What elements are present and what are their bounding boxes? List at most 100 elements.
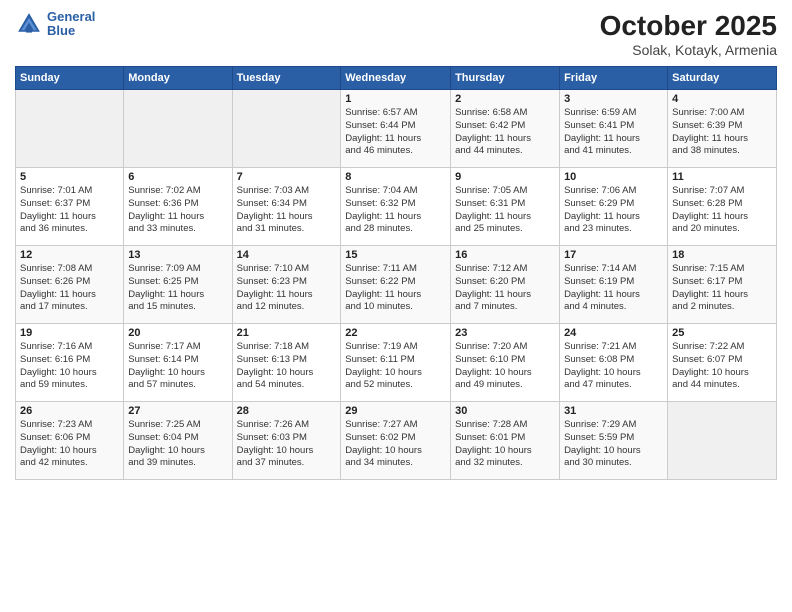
day-number: 31	[564, 405, 663, 417]
calendar-cell: 9 Sunrise: 7:05 AM Sunset: 6:31 PM Daylig…	[451, 168, 560, 246]
day-content: Sunrise: 7:10 AM Sunset: 6:23 PM Dayligh…	[237, 263, 337, 314]
calendar-cell: 26Sunrise: 7:23 AM Sunset: 6:06 PM Dayli…	[16, 402, 124, 480]
day-number: 5	[20, 171, 119, 183]
day-content: Sunrise: 7:15 AM Sunset: 6:17 PM Dayligh…	[672, 263, 772, 314]
calendar-cell: 23Sunrise: 7:20 AM Sunset: 6:10 PM Dayli…	[451, 324, 560, 402]
weekday-header: Friday	[560, 67, 668, 90]
subtitle: Solak, Kotayk, Armenia	[600, 42, 777, 58]
calendar-cell: 6Sunrise: 7:02 AM Sunset: 6:36 PM Daylig…	[124, 168, 232, 246]
calendar-cell: 8 Sunrise: 7:04 AM Sunset: 6:32 PM Daylig…	[341, 168, 451, 246]
calendar-cell: 17 Sunrise: 7:14 AM Sunset: 6:19 PM Dayli…	[560, 246, 668, 324]
day-number: 2	[455, 93, 555, 105]
day-number: 16	[455, 249, 555, 261]
day-content: Sunrise: 7:20 AM Sunset: 6:10 PM Dayligh…	[455, 341, 555, 392]
calendar-cell: 20Sunrise: 7:17 AM Sunset: 6:14 PM Dayli…	[124, 324, 232, 402]
logo-text: General Blue	[47, 10, 95, 39]
calendar-cell: 25 Sunrise: 7:22 AM Sunset: 6:07 PM Dayli…	[668, 324, 777, 402]
day-content: Sunrise: 7:08 AM Sunset: 6:26 PM Dayligh…	[20, 263, 119, 314]
day-number: 7	[237, 171, 337, 183]
day-number: 3	[564, 93, 663, 105]
day-number: 1	[345, 93, 446, 105]
calendar-cell	[232, 90, 341, 168]
day-number: 27	[128, 405, 227, 417]
calendar-cell: 14Sunrise: 7:10 AM Sunset: 6:23 PM Dayli…	[232, 246, 341, 324]
day-content: Sunrise: 7:18 AM Sunset: 6:13 PM Dayligh…	[237, 341, 337, 392]
day-number: 22	[345, 327, 446, 339]
day-content: Sunrise: 7:27 AM Sunset: 6:02 PM Dayligh…	[345, 419, 446, 470]
calendar-cell	[668, 402, 777, 480]
day-content: Sunrise: 7:23 AM Sunset: 6:06 PM Dayligh…	[20, 419, 119, 470]
main-title: October 2025	[600, 10, 777, 42]
day-number: 4	[672, 93, 772, 105]
weekday-header: Monday	[124, 67, 232, 90]
calendar-cell: 28 Sunrise: 7:26 AM Sunset: 6:03 PM Dayli…	[232, 402, 341, 480]
calendar-cell	[124, 90, 232, 168]
day-content: Sunrise: 7:07 AM Sunset: 6:28 PM Dayligh…	[672, 185, 772, 236]
day-number: 21	[237, 327, 337, 339]
day-content: Sunrise: 7:14 AM Sunset: 6:19 PM Dayligh…	[564, 263, 663, 314]
day-number: 18	[672, 249, 772, 261]
calendar-cell: 12 Sunrise: 7:08 AM Sunset: 6:26 PM Dayli…	[16, 246, 124, 324]
weekday-header: Wednesday	[341, 67, 451, 90]
day-content: Sunrise: 7:12 AM Sunset: 6:20 PM Dayligh…	[455, 263, 555, 314]
day-number: 25	[672, 327, 772, 339]
calendar-cell: 11 Sunrise: 7:07 AM Sunset: 6:28 PM Dayli…	[668, 168, 777, 246]
day-number: 13	[128, 249, 227, 261]
day-number: 11	[672, 171, 772, 183]
day-number: 24	[564, 327, 663, 339]
day-number: 20	[128, 327, 227, 339]
calendar-cell: 21 Sunrise: 7:18 AM Sunset: 6:13 PM Dayli…	[232, 324, 341, 402]
day-content: Sunrise: 7:25 AM Sunset: 6:04 PM Dayligh…	[128, 419, 227, 470]
day-number: 17	[564, 249, 663, 261]
page: General Blue October 2025 Solak, Kotayk,…	[0, 0, 792, 612]
title-block: October 2025 Solak, Kotayk, Armenia	[600, 10, 777, 58]
day-number: 9	[455, 171, 555, 183]
weekday-header: Thursday	[451, 67, 560, 90]
calendar-cell: 22 Sunrise: 7:19 AM Sunset: 6:11 PM Dayli…	[341, 324, 451, 402]
day-number: 28	[237, 405, 337, 417]
day-content: Sunrise: 7:11 AM Sunset: 6:22 PM Dayligh…	[345, 263, 446, 314]
day-content: Sunrise: 7:06 AM Sunset: 6:29 PM Dayligh…	[564, 185, 663, 236]
day-number: 12	[20, 249, 119, 261]
weekday-header: Sunday	[16, 67, 124, 90]
day-content: Sunrise: 7:19 AM Sunset: 6:11 PM Dayligh…	[345, 341, 446, 392]
day-number: 10	[564, 171, 663, 183]
calendar-cell: 1Sunrise: 6:57 AM Sunset: 6:44 PM Daylig…	[341, 90, 451, 168]
day-number: 6	[128, 171, 227, 183]
week-row: 1Sunrise: 6:57 AM Sunset: 6:44 PM Daylig…	[16, 90, 777, 168]
calendar-cell: 2Sunrise: 6:58 AM Sunset: 6:42 PM Daylig…	[451, 90, 560, 168]
calendar-cell: 27 Sunrise: 7:25 AM Sunset: 6:04 PM Dayli…	[124, 402, 232, 480]
calendar-cell: 7Sunrise: 7:03 AM Sunset: 6:34 PM Daylig…	[232, 168, 341, 246]
logo: General Blue	[15, 10, 95, 39]
weekday-row: SundayMondayTuesdayWednesdayThursdayFrid…	[16, 67, 777, 90]
calendar-cell: 29 Sunrise: 7:27 AM Sunset: 6:02 PM Dayli…	[341, 402, 451, 480]
logo-icon	[15, 10, 43, 38]
calendar-cell: 18 Sunrise: 7:15 AM Sunset: 6:17 PM Dayli…	[668, 246, 777, 324]
calendar-cell: 30 Sunrise: 7:28 AM Sunset: 6:01 PM Dayli…	[451, 402, 560, 480]
day-number: 29	[345, 405, 446, 417]
calendar-cell: 4 Sunrise: 7:00 AM Sunset: 6:39 PM Daylig…	[668, 90, 777, 168]
calendar: SundayMondayTuesdayWednesdayThursdayFrid…	[15, 66, 777, 480]
calendar-cell: 19Sunrise: 7:16 AM Sunset: 6:16 PM Dayli…	[16, 324, 124, 402]
day-content: Sunrise: 7:00 AM Sunset: 6:39 PM Dayligh…	[672, 107, 772, 158]
day-number: 8	[345, 171, 446, 183]
day-content: Sunrise: 6:59 AM Sunset: 6:41 PM Dayligh…	[564, 107, 663, 158]
day-content: Sunrise: 7:09 AM Sunset: 6:25 PM Dayligh…	[128, 263, 227, 314]
day-number: 30	[455, 405, 555, 417]
calendar-cell: 13 Sunrise: 7:09 AM Sunset: 6:25 PM Dayli…	[124, 246, 232, 324]
calendar-cell: 5Sunrise: 7:01 AM Sunset: 6:37 PM Daylig…	[16, 168, 124, 246]
calendar-cell: 15 Sunrise: 7:11 AM Sunset: 6:22 PM Dayli…	[341, 246, 451, 324]
day-content: Sunrise: 7:26 AM Sunset: 6:03 PM Dayligh…	[237, 419, 337, 470]
day-content: Sunrise: 7:05 AM Sunset: 6:31 PM Dayligh…	[455, 185, 555, 236]
week-row: 5Sunrise: 7:01 AM Sunset: 6:37 PM Daylig…	[16, 168, 777, 246]
week-row: 12 Sunrise: 7:08 AM Sunset: 6:26 PM Dayli…	[16, 246, 777, 324]
day-content: Sunrise: 7:22 AM Sunset: 6:07 PM Dayligh…	[672, 341, 772, 392]
day-content: Sunrise: 7:04 AM Sunset: 6:32 PM Dayligh…	[345, 185, 446, 236]
calendar-cell: 31Sunrise: 7:29 AM Sunset: 5:59 PM Dayli…	[560, 402, 668, 480]
calendar-cell: 16 Sunrise: 7:12 AM Sunset: 6:20 PM Dayli…	[451, 246, 560, 324]
day-content: Sunrise: 7:28 AM Sunset: 6:01 PM Dayligh…	[455, 419, 555, 470]
week-row: 19Sunrise: 7:16 AM Sunset: 6:16 PM Dayli…	[16, 324, 777, 402]
day-number: 15	[345, 249, 446, 261]
day-content: Sunrise: 7:16 AM Sunset: 6:16 PM Dayligh…	[20, 341, 119, 392]
header: General Blue October 2025 Solak, Kotayk,…	[15, 10, 777, 58]
